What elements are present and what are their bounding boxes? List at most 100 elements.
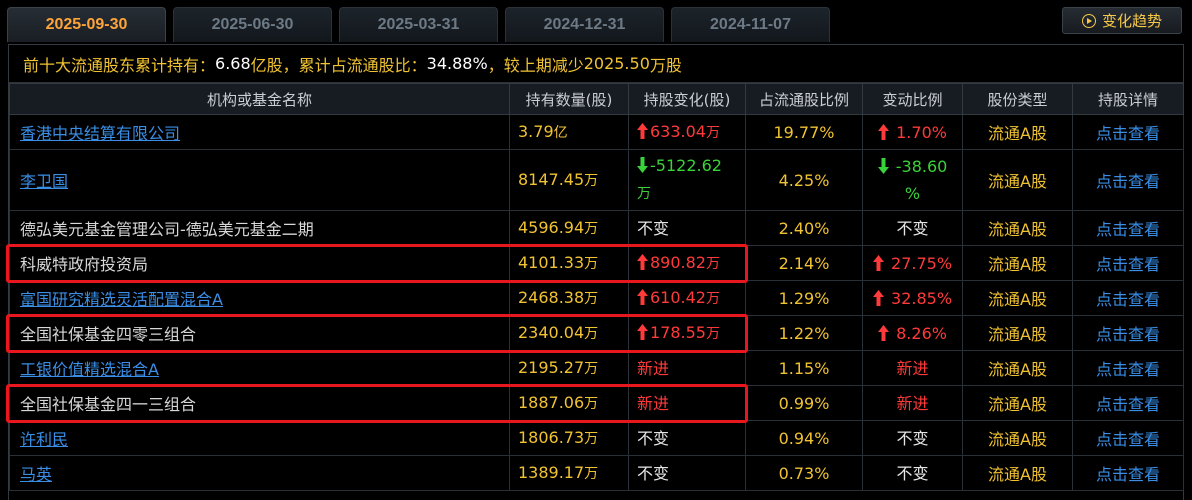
cell-ratio: 1.22% xyxy=(745,315,863,351)
change-value: 不变 xyxy=(637,463,670,483)
cell-ratio: 2.40% xyxy=(745,210,863,246)
cell-ratio: 0.99% xyxy=(745,385,863,421)
holder-name[interactable]: 李卫国 xyxy=(20,172,68,191)
col-header-name: 机构或基金名称 xyxy=(9,83,510,115)
table-row: 德弘美元基金管理公司-德弘美元基金二期 4596.94万 不变 2.40% 不变 流通A股… xyxy=(9,210,1184,246)
tab-2025-03-31[interactable]: 2025-03-31 xyxy=(339,7,498,42)
change-value: 不变 xyxy=(637,218,670,238)
cell-var-ratio: -38.60% xyxy=(862,149,963,211)
arrow-up-icon xyxy=(872,254,884,271)
holder-name[interactable]: 香港中央结算有限公司 xyxy=(20,124,180,143)
ratio-value: 1.22% xyxy=(778,323,830,343)
change-unit: 万 xyxy=(705,290,720,307)
cell-qty: 1389.17万 xyxy=(509,455,629,491)
holder-name: 全国社保基金四一三组合 xyxy=(20,395,197,414)
ratio-value: 0.94% xyxy=(778,428,830,448)
qty-value: 2195.27 xyxy=(518,358,585,377)
cell-var-ratio: 新进 xyxy=(862,385,963,421)
cell-share-type: 流通A股 xyxy=(962,280,1073,316)
view-detail-link[interactable]: 点击查看 xyxy=(1096,220,1160,239)
holder-name: 科威特政府投资局 xyxy=(20,255,149,274)
cell-share-type: 流通A股 xyxy=(962,455,1073,491)
view-detail-link[interactable]: 点击查看 xyxy=(1096,255,1160,274)
holder-name[interactable]: 工银价值精选混合A xyxy=(20,360,159,379)
view-detail-link[interactable]: 点击查看 xyxy=(1096,430,1160,449)
arrow-up-icon xyxy=(872,289,884,306)
summary-value-holdings: 6.68 xyxy=(215,54,251,73)
col-header-var-ratio: 变动比例 xyxy=(862,83,963,115)
arrow-up-icon xyxy=(637,288,648,305)
share-type-value: 流通A股 xyxy=(988,172,1047,191)
holder-name[interactable]: 富国研究精选灵活配置混合A xyxy=(20,290,223,309)
tab-2024-12-31[interactable]: 2024-12-31 xyxy=(505,7,664,42)
cell-change: 890.82万 xyxy=(628,245,746,281)
qty-value: 4596.94 xyxy=(518,218,585,237)
qty-value: 2340.04 xyxy=(518,323,585,342)
cell-var-ratio: 不变 xyxy=(862,420,963,456)
change-value: 178.55 xyxy=(650,322,706,342)
view-detail-link[interactable]: 点击查看 xyxy=(1096,172,1160,191)
tab-2025-06-30[interactable]: 2025-06-30 xyxy=(173,7,332,42)
col-header-ratio: 占流通股比例 xyxy=(745,83,863,115)
change-value: 新进 xyxy=(637,393,670,413)
summary-label-change: ，较上期减少 xyxy=(487,55,584,75)
col-header-share-type: 股份类型 xyxy=(962,83,1073,115)
share-type-value: 流通A股 xyxy=(988,430,1047,449)
shareholders-panel: 前十大流通股东累计持有： 6.68 亿股 ，累计占流通股比： 34.88% ，较… xyxy=(8,44,1184,500)
cell-detail: 点击查看 xyxy=(1072,245,1184,281)
share-type-value: 流通A股 xyxy=(988,325,1047,344)
cell-ratio: 4.25% xyxy=(745,149,863,211)
cell-name: 全国社保基金四零三组合 xyxy=(9,315,510,351)
cell-detail: 点击查看 xyxy=(1072,350,1184,386)
holder-name[interactable]: 许利民 xyxy=(20,430,68,449)
holder-name[interactable]: 马英 xyxy=(20,465,52,484)
view-detail-link[interactable]: 点击查看 xyxy=(1096,124,1160,143)
cell-detail: 点击查看 xyxy=(1072,114,1184,150)
cell-qty: 4596.94万 xyxy=(509,210,629,246)
cell-detail: 点击查看 xyxy=(1072,420,1184,456)
ratio-value: 0.99% xyxy=(778,393,830,413)
table-row: 科威特政府投资局 4101.33万 890.82万 2.14% 27.75% 流通A股点… xyxy=(9,245,1184,281)
cell-qty: 2195.27万 xyxy=(509,350,629,386)
table-row: 许利民 1806.73万 不变 0.94% 不变 流通A股 点击查看 xyxy=(9,420,1184,456)
summary-value-change: 2025.50 xyxy=(583,54,650,73)
table-row: 马英 1389.17万 不变 0.73% 不变 流通A股 点击查看 xyxy=(9,455,1184,491)
tab-2024-11-07[interactable]: 2024-11-07 xyxy=(671,7,830,42)
qty-value: 2468.38 xyxy=(518,288,585,307)
arrow-up-icon xyxy=(637,122,648,139)
share-type-value: 流通A股 xyxy=(988,360,1047,379)
cell-change: 不变 xyxy=(628,420,746,456)
col-header-detail: 持股详情 xyxy=(1072,83,1184,115)
view-detail-link[interactable]: 点击查看 xyxy=(1096,325,1160,344)
change-unit: 万 xyxy=(705,255,720,272)
cell-ratio: 0.94% xyxy=(745,420,863,456)
trend-button[interactable]: 变化趋势 xyxy=(1062,7,1182,34)
cell-name: 德弘美元基金管理公司-德弘美元基金二期 xyxy=(9,210,510,246)
qty-unit: 万 xyxy=(584,361,599,377)
ratio-value: 2.14% xyxy=(778,253,830,273)
arrow-up-icon xyxy=(637,253,648,270)
view-detail-link[interactable]: 点击查看 xyxy=(1096,360,1160,379)
cell-qty: 3.79亿 xyxy=(509,114,629,150)
cell-share-type: 流通A股 xyxy=(962,315,1073,351)
view-detail-link[interactable]: 点击查看 xyxy=(1096,290,1160,309)
arrow-down-icon xyxy=(637,157,648,173)
cell-qty: 2340.04万 xyxy=(509,315,629,351)
cell-ratio: 1.15% xyxy=(745,350,863,386)
view-detail-link[interactable]: 点击查看 xyxy=(1096,465,1160,484)
cell-var-ratio: 8.26% xyxy=(862,315,963,351)
change-value: 633.04 xyxy=(650,121,706,141)
cell-detail: 点击查看 xyxy=(1072,385,1184,421)
share-type-value: 流通A股 xyxy=(988,255,1047,274)
cell-detail: 点击查看 xyxy=(1072,455,1184,491)
cell-ratio: 0.73% xyxy=(745,455,863,491)
table-body: 香港中央结算有限公司 3.79亿 633.04万 19.77% 1.70% 流通A股 点击… xyxy=(9,114,1184,491)
view-detail-link[interactable]: 点击查看 xyxy=(1096,395,1160,414)
cell-ratio: 2.14% xyxy=(745,245,863,281)
tab-2025-09-30[interactable]: 2025-09-30 xyxy=(7,7,166,42)
cell-share-type: 流通A股 xyxy=(962,420,1073,456)
qty-unit: 万 xyxy=(584,326,599,342)
var-ratio-value: 27.75% xyxy=(891,253,953,273)
change-unit: 万 xyxy=(705,325,720,342)
change-value: 890.82 xyxy=(650,252,706,272)
